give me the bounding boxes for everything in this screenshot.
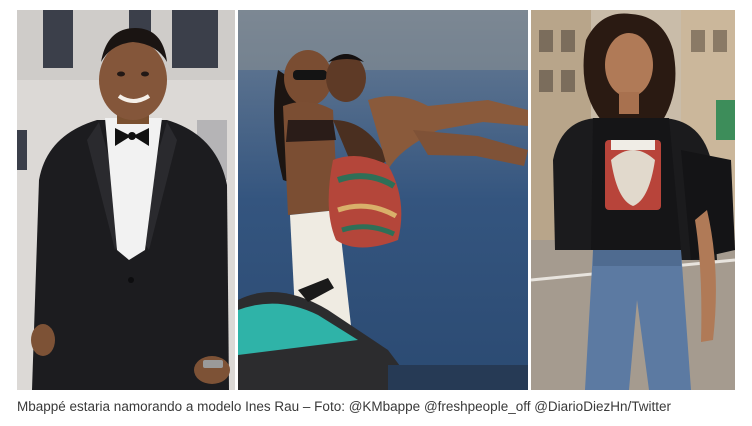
photo-man-in-tuxedo [17, 10, 235, 390]
photo-woman-on-street [531, 10, 735, 390]
photo-couple-on-boat [238, 10, 528, 390]
photo-caption: Mbappé estaria namorando a modelo Ines R… [17, 399, 671, 414]
street-photo-art [531, 10, 735, 390]
photo-collage [17, 10, 735, 390]
couple-photo-art [238, 10, 528, 390]
tuxedo-photo-art [17, 10, 235, 390]
